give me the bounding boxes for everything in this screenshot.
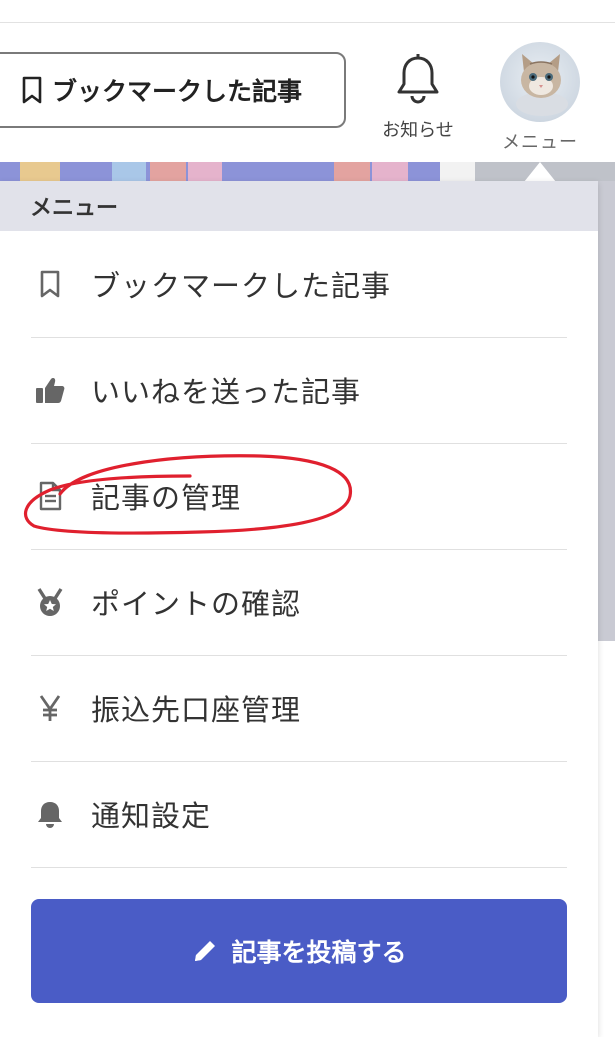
background-banner-strip xyxy=(0,162,615,181)
bookmarked-articles-button[interactable]: ブックマークした記事 xyxy=(0,52,346,128)
menu-item-points[interactable]: ポイントの確認 xyxy=(31,549,567,656)
menu-header: メニュー xyxy=(0,181,598,231)
notifications-button[interactable]: お知らせ xyxy=(370,52,466,142)
menu-item-label: ブックマークした記事 xyxy=(91,269,392,303)
menu-item-liked-articles[interactable]: いいねを送った記事 xyxy=(31,337,567,444)
bookmarked-articles-label: ブックマークした記事 xyxy=(52,77,303,106)
medal-icon xyxy=(37,588,63,616)
menu-item-bank-account[interactable]: 振込先口座管理 xyxy=(31,655,567,762)
menu-item-label: 通知設定 xyxy=(91,799,212,833)
bell-icon xyxy=(397,54,439,104)
post-article-label: 記事を投稿する xyxy=(231,938,407,967)
bell-icon xyxy=(38,802,62,828)
menu-dropdown: メニュー ブックマークした記事 いいねを送った記事 記事の管理 ポイントの確認 … xyxy=(0,181,598,1037)
cat-avatar-icon xyxy=(500,42,580,122)
red-circle-annotation xyxy=(23,454,353,535)
bookmark-icon xyxy=(22,76,42,104)
post-article-button[interactable]: 記事を投稿する xyxy=(31,899,567,1003)
notifications-label: お知らせ xyxy=(382,120,454,141)
menu-item-bookmarks[interactable]: ブックマークした記事 xyxy=(31,231,567,338)
menu-item-label: いいねを送った記事 xyxy=(91,375,362,409)
thumbs-up-icon xyxy=(36,378,65,403)
bookmark-icon xyxy=(40,270,60,298)
pencil-icon xyxy=(195,941,216,961)
background-page-edge xyxy=(598,181,615,641)
menu-toggle-button[interactable]: メニュー xyxy=(490,42,590,154)
dropdown-caret xyxy=(524,162,556,182)
menu-item-notification-settings[interactable]: 通知設定 xyxy=(31,761,567,868)
top-divider xyxy=(0,22,615,23)
menu-item-label: ポイントの確認 xyxy=(91,587,302,621)
yen-icon xyxy=(39,695,61,721)
menu-item-label: 振込先口座管理 xyxy=(91,693,302,727)
menu-label: メニュー xyxy=(502,132,578,153)
